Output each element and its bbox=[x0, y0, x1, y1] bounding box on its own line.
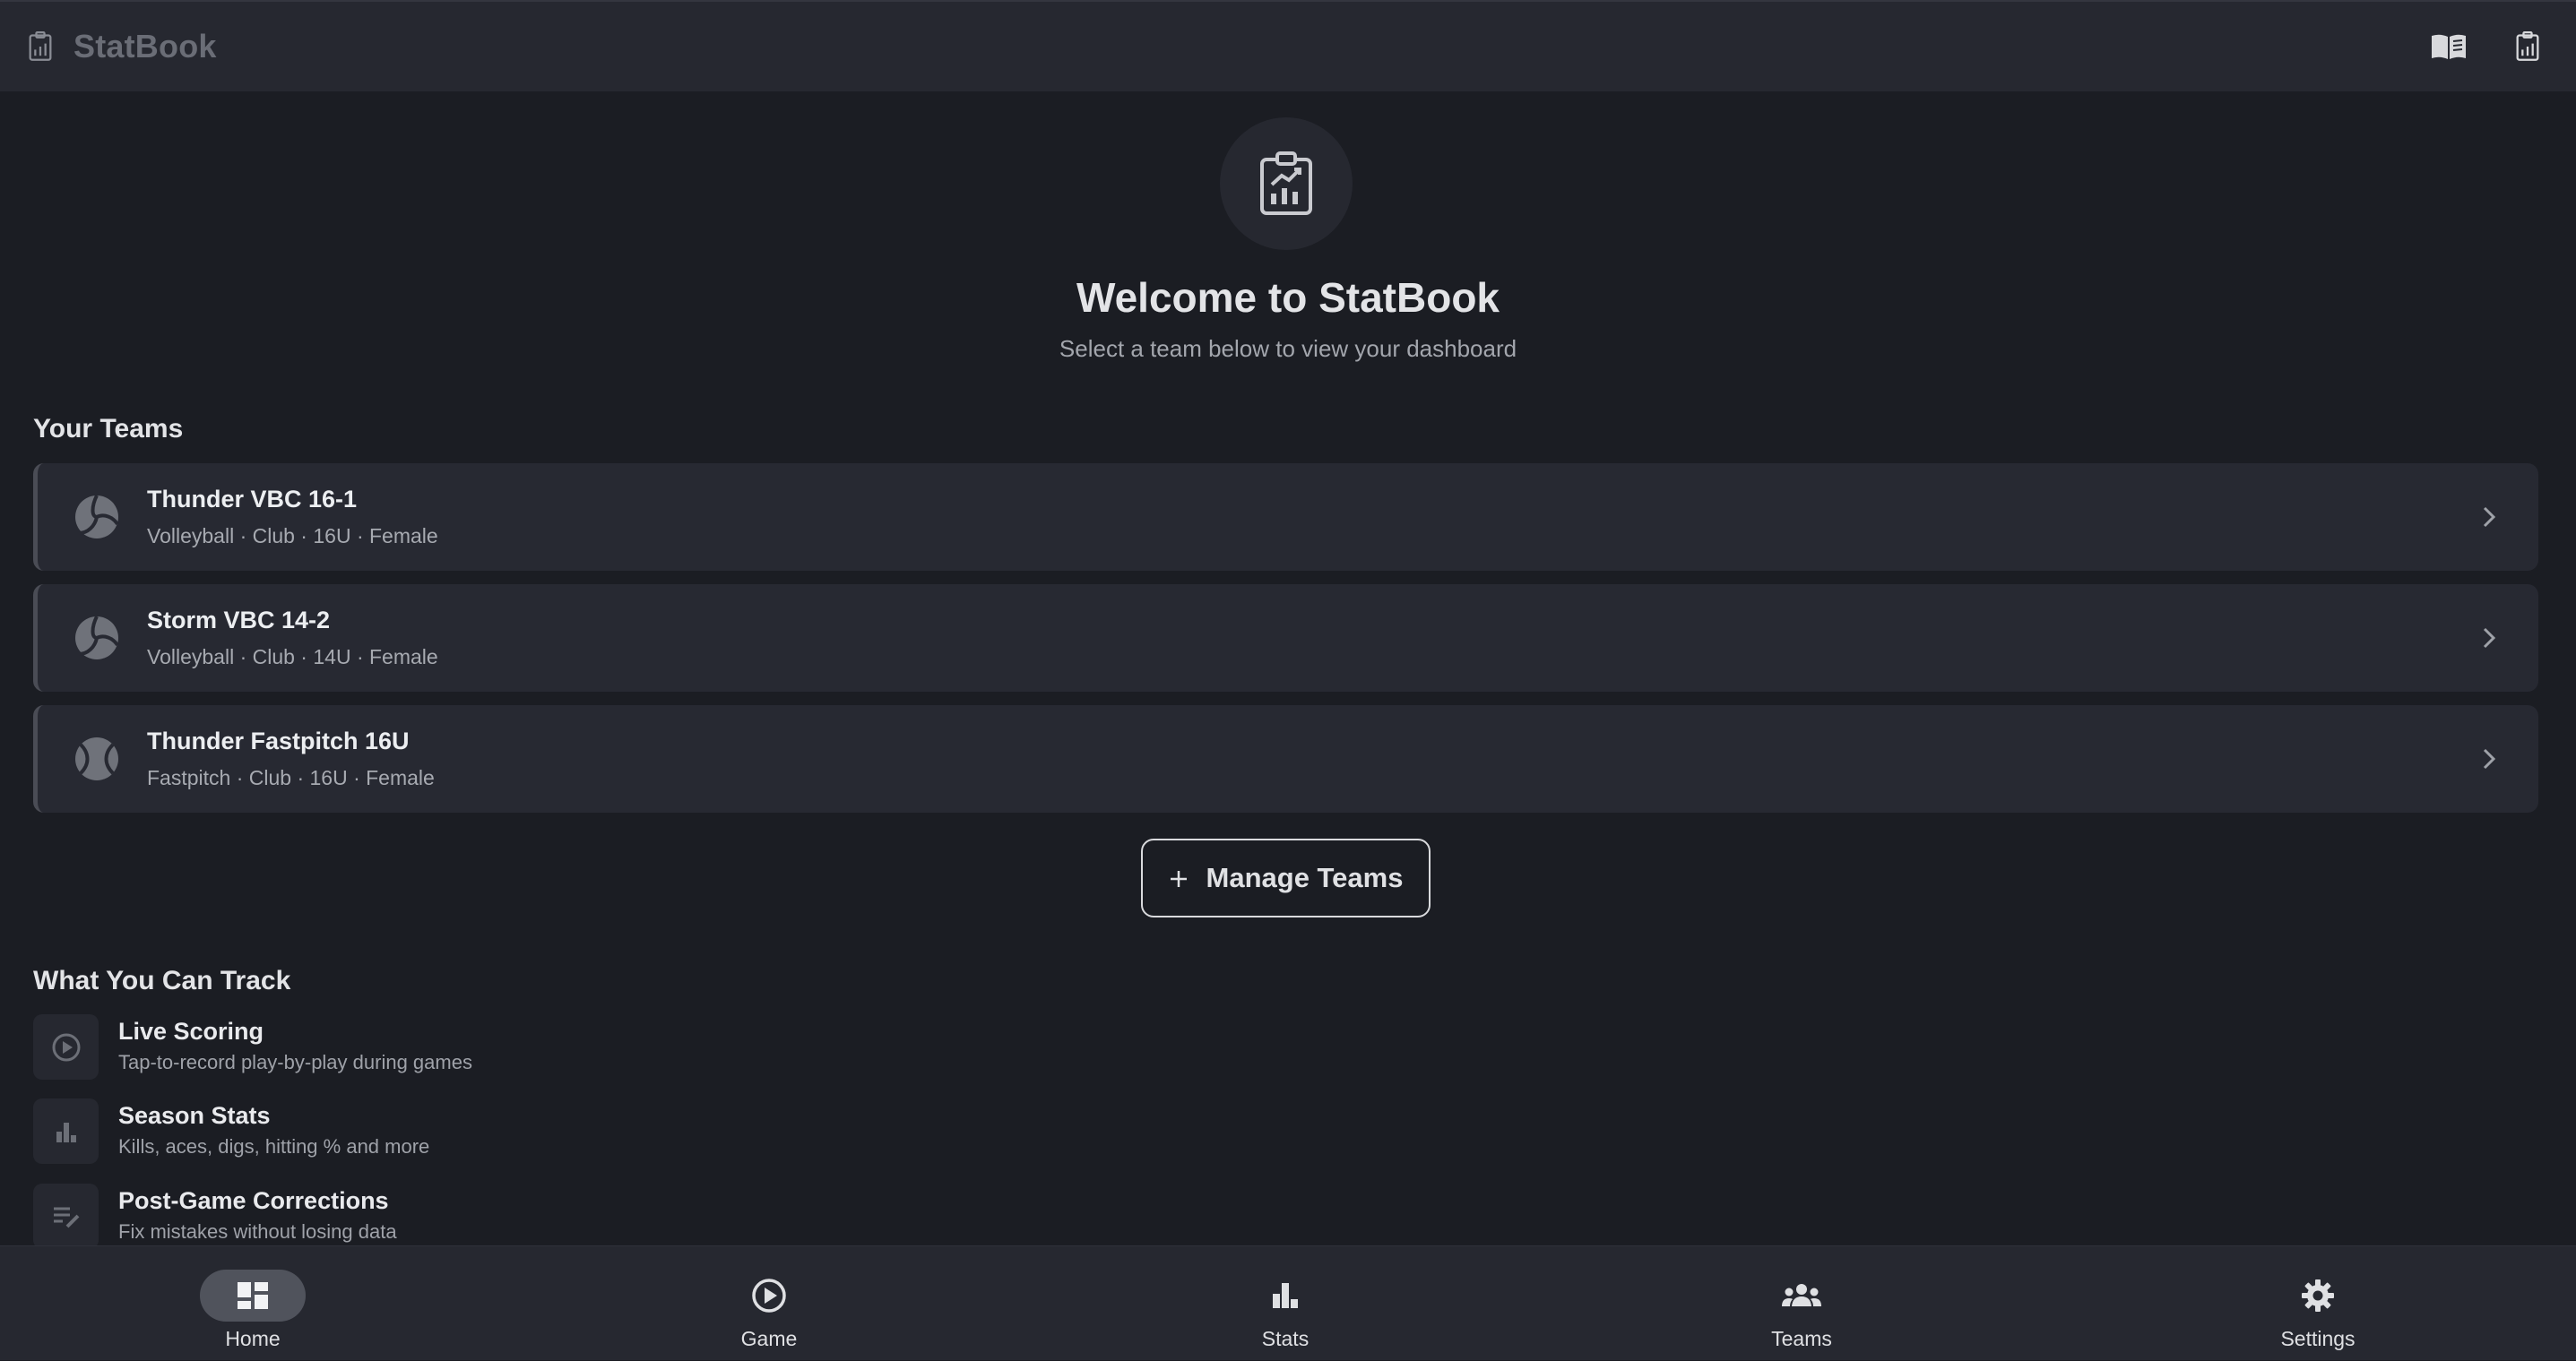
nav-label: Stats bbox=[1261, 1327, 1310, 1350]
chevron-right-icon bbox=[2476, 745, 2503, 772]
welcome-title: Welcome to StatBook bbox=[1076, 274, 1500, 321]
play-circle-icon bbox=[33, 1014, 99, 1080]
edit-list-icon bbox=[33, 1184, 99, 1245]
bottom-navigation: Home Game Stats Teams Settings bbox=[0, 1245, 2576, 1360]
bar-chart-icon bbox=[33, 1098, 99, 1164]
manage-teams-button[interactable]: Manage Teams bbox=[1141, 839, 1431, 917]
nav-label: Home bbox=[225, 1327, 281, 1350]
team-name: Thunder VBC 16-1 bbox=[147, 486, 358, 513]
dashboard-icon bbox=[200, 1270, 306, 1322]
feature-desc: Fix mistakes without losing data bbox=[118, 1220, 397, 1243]
team-name: Thunder Fastpitch 16U bbox=[147, 728, 410, 754]
groups-icon bbox=[1749, 1270, 1854, 1322]
feature-name: Post-Game Corrections bbox=[118, 1187, 389, 1214]
feature-name: Season Stats bbox=[118, 1102, 271, 1129]
nav-label: Game bbox=[740, 1327, 798, 1350]
book-open-icon[interactable] bbox=[2427, 25, 2470, 68]
clipboard-chart-icon[interactable] bbox=[2506, 25, 2549, 68]
nav-settings[interactable]: Settings bbox=[2228, 1246, 2407, 1361]
nav-home[interactable]: Home bbox=[163, 1246, 342, 1361]
volleyball-icon bbox=[72, 492, 122, 542]
manage-teams-label: Manage Teams bbox=[1206, 862, 1404, 893]
what-you-can-track-heading: What You Can Track bbox=[33, 966, 291, 995]
team-meta: Volleyball · Club · 14U · Female bbox=[147, 645, 438, 668]
team-card[interactable]: Thunder Fastpitch 16U Fastpitch · Club ·… bbox=[33, 705, 2538, 813]
play-circle-icon bbox=[716, 1270, 822, 1322]
welcome-subtitle: Select a team below to view your dashboa… bbox=[1059, 335, 1517, 362]
volleyball-icon bbox=[72, 613, 122, 663]
your-teams-heading: Your Teams bbox=[33, 414, 184, 444]
chevron-right-icon bbox=[2476, 625, 2503, 651]
nav-label: Teams bbox=[1771, 1327, 1832, 1350]
hero-clipboard-chart-icon bbox=[1220, 117, 1353, 250]
main-content: Welcome to StatBook Select a team below … bbox=[0, 91, 2576, 1245]
bar-chart-icon bbox=[1232, 1270, 1338, 1322]
nav-label: Settings bbox=[2280, 1327, 2356, 1350]
team-meta: Fastpitch · Club · 16U · Female bbox=[147, 766, 435, 789]
clipboard-chart-icon bbox=[27, 30, 54, 63]
team-meta: Volleyball · Club · 16U · Female bbox=[147, 524, 438, 547]
team-card[interactable]: Storm VBC 14-2 Volleyball · Club · 14U ·… bbox=[33, 584, 2538, 692]
gear-icon bbox=[2265, 1270, 2371, 1322]
topbar-actions bbox=[2427, 25, 2549, 68]
nav-stats[interactable]: Stats bbox=[1196, 1246, 1375, 1361]
nav-teams[interactable]: Teams bbox=[1712, 1246, 1891, 1361]
softball-icon bbox=[72, 734, 122, 784]
top-app-bar: StatBook bbox=[0, 0, 2576, 91]
plus-icon bbox=[1169, 862, 1189, 894]
feature-item: Post-Game Corrections Fix mistakes witho… bbox=[33, 1184, 397, 1245]
feature-desc: Tap-to-record play-by-play during games bbox=[118, 1051, 472, 1073]
feature-item: Live Scoring Tap-to-record play-by-play … bbox=[33, 1014, 472, 1080]
feature-item: Season Stats Kills, aces, digs, hitting … bbox=[33, 1098, 429, 1164]
team-name: Storm VBC 14-2 bbox=[147, 607, 331, 633]
nav-game[interactable]: Game bbox=[679, 1246, 859, 1361]
chevron-right-icon bbox=[2476, 504, 2503, 530]
feature-name: Live Scoring bbox=[118, 1018, 264, 1045]
app-title: StatBook bbox=[73, 28, 217, 65]
feature-desc: Kills, aces, digs, hitting % and more bbox=[118, 1135, 430, 1158]
team-card[interactable]: Thunder VBC 16-1 Volleyball · Club · 16U… bbox=[33, 463, 2538, 571]
